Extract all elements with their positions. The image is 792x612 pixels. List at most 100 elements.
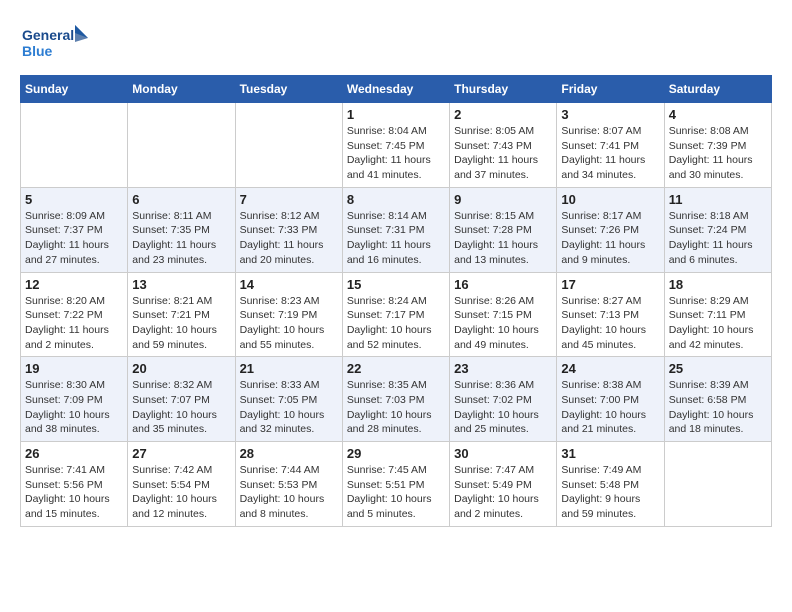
calendar-cell: [664, 442, 771, 527]
day-number: 3: [561, 107, 659, 122]
day-number: 9: [454, 192, 552, 207]
day-number: 16: [454, 277, 552, 292]
day-info: Sunrise: 8:09 AM Sunset: 7:37 PM Dayligh…: [25, 209, 123, 268]
calendar-cell: 9 Sunrise: 8:15 AM Sunset: 7:28 PM Daylig…: [450, 187, 557, 272]
day-info: Sunrise: 8:04 AM Sunset: 7:45 PM Dayligh…: [347, 124, 445, 183]
calendar-cell: 20 Sunrise: 8:32 AM Sunset: 7:07 PM Dayli…: [128, 357, 235, 442]
day-info: Sunrise: 8:39 AM Sunset: 6:58 PM Dayligh…: [669, 378, 767, 437]
calendar-table: SundayMondayTuesdayWednesdayThursdayFrid…: [20, 75, 772, 527]
svg-text:General: General: [22, 27, 74, 43]
calendar-cell: 10Sunrise: 8:17 AM Sunset: 7:26 PM Dayli…: [557, 187, 664, 272]
page-header: GeneralBlue: [20, 20, 772, 65]
day-number: 4: [669, 107, 767, 122]
calendar-cell: 2 Sunrise: 8:05 AM Sunset: 7:43 PM Daylig…: [450, 103, 557, 188]
day-number: 24: [561, 361, 659, 376]
calendar-cell: 27 Sunrise: 7:42 AM Sunset: 5:54 PM Dayli…: [128, 442, 235, 527]
calendar-cell: 3 Sunrise: 8:07 AM Sunset: 7:41 PM Daylig…: [557, 103, 664, 188]
calendar-cell: 14 Sunrise: 8:23 AM Sunset: 7:19 PM Dayli…: [235, 272, 342, 357]
calendar-cell: 8 Sunrise: 8:14 AM Sunset: 7:31 PM Daylig…: [342, 187, 449, 272]
calendar-cell: 18Sunrise: 8:29 AM Sunset: 7:11 PM Dayli…: [664, 272, 771, 357]
day-number: 11: [669, 192, 767, 207]
day-info: Sunrise: 7:47 AM Sunset: 5:49 PM Dayligh…: [454, 463, 552, 522]
day-info: Sunrise: 8:36 AM Sunset: 7:02 PM Dayligh…: [454, 378, 552, 437]
calendar-cell: 23 Sunrise: 8:36 AM Sunset: 7:02 PM Dayli…: [450, 357, 557, 442]
weekday-header: Friday: [557, 76, 664, 103]
calendar-week-row: 1 Sunrise: 8:04 AM Sunset: 7:45 PM Daylig…: [21, 103, 772, 188]
day-number: 27: [132, 446, 230, 461]
day-info: Sunrise: 8:12 AM Sunset: 7:33 PM Dayligh…: [240, 209, 338, 268]
calendar-cell: 28Sunrise: 7:44 AM Sunset: 5:53 PM Dayli…: [235, 442, 342, 527]
day-number: 15: [347, 277, 445, 292]
day-number: 20: [132, 361, 230, 376]
day-number: 26: [25, 446, 123, 461]
day-number: 17: [561, 277, 659, 292]
calendar-cell: [235, 103, 342, 188]
day-info: Sunrise: 8:07 AM Sunset: 7:41 PM Dayligh…: [561, 124, 659, 183]
calendar-cell: 17 Sunrise: 8:27 AM Sunset: 7:13 PM Dayli…: [557, 272, 664, 357]
calendar-cell: 25 Sunrise: 8:39 AM Sunset: 6:58 PM Dayli…: [664, 357, 771, 442]
day-number: 7: [240, 192, 338, 207]
day-number: 5: [25, 192, 123, 207]
calendar-cell: 29Sunrise: 7:45 AM Sunset: 5:51 PM Dayli…: [342, 442, 449, 527]
calendar-week-row: 12 Sunrise: 8:20 AM Sunset: 7:22 PM Dayli…: [21, 272, 772, 357]
day-info: Sunrise: 8:26 AM Sunset: 7:15 PM Dayligh…: [454, 294, 552, 353]
calendar-cell: 21Sunrise: 8:33 AM Sunset: 7:05 PM Dayli…: [235, 357, 342, 442]
day-number: 14: [240, 277, 338, 292]
calendar-cell: 6 Sunrise: 8:11 AM Sunset: 7:35 PM Daylig…: [128, 187, 235, 272]
day-info: Sunrise: 8:08 AM Sunset: 7:39 PM Dayligh…: [669, 124, 767, 183]
day-info: Sunrise: 8:30 AM Sunset: 7:09 PM Dayligh…: [25, 378, 123, 437]
day-number: 29: [347, 446, 445, 461]
calendar-cell: 12 Sunrise: 8:20 AM Sunset: 7:22 PM Dayli…: [21, 272, 128, 357]
day-number: 25: [669, 361, 767, 376]
day-info: Sunrise: 8:32 AM Sunset: 7:07 PM Dayligh…: [132, 378, 230, 437]
day-info: Sunrise: 7:41 AM Sunset: 5:56 PM Dayligh…: [25, 463, 123, 522]
day-number: 2: [454, 107, 552, 122]
calendar-cell: 16 Sunrise: 8:26 AM Sunset: 7:15 PM Dayli…: [450, 272, 557, 357]
calendar-header-row: SundayMondayTuesdayWednesdayThursdayFrid…: [21, 76, 772, 103]
day-number: 6: [132, 192, 230, 207]
day-info: Sunrise: 8:23 AM Sunset: 7:19 PM Dayligh…: [240, 294, 338, 353]
calendar-cell: 7 Sunrise: 8:12 AM Sunset: 7:33 PM Daylig…: [235, 187, 342, 272]
calendar-cell: 15 Sunrise: 8:24 AM Sunset: 7:17 PM Dayli…: [342, 272, 449, 357]
day-info: Sunrise: 8:27 AM Sunset: 7:13 PM Dayligh…: [561, 294, 659, 353]
weekday-header: Wednesday: [342, 76, 449, 103]
day-info: Sunrise: 8:20 AM Sunset: 7:22 PM Dayligh…: [25, 294, 123, 353]
day-info: Sunrise: 8:29 AM Sunset: 7:11 PM Dayligh…: [669, 294, 767, 353]
day-info: Sunrise: 8:17 AM Sunset: 7:26 PM Dayligh…: [561, 209, 659, 268]
calendar-cell: 5 Sunrise: 8:09 AM Sunset: 7:37 PM Daylig…: [21, 187, 128, 272]
day-info: Sunrise: 8:24 AM Sunset: 7:17 PM Dayligh…: [347, 294, 445, 353]
logo: GeneralBlue: [20, 20, 90, 65]
day-info: Sunrise: 8:21 AM Sunset: 7:21 PM Dayligh…: [132, 294, 230, 353]
day-number: 12: [25, 277, 123, 292]
calendar-cell: 1 Sunrise: 8:04 AM Sunset: 7:45 PM Daylig…: [342, 103, 449, 188]
day-info: Sunrise: 8:18 AM Sunset: 7:24 PM Dayligh…: [669, 209, 767, 268]
day-info: Sunrise: 7:42 AM Sunset: 5:54 PM Dayligh…: [132, 463, 230, 522]
day-info: Sunrise: 8:15 AM Sunset: 7:28 PM Dayligh…: [454, 209, 552, 268]
day-info: Sunrise: 8:11 AM Sunset: 7:35 PM Dayligh…: [132, 209, 230, 268]
day-info: Sunrise: 8:38 AM Sunset: 7:00 PM Dayligh…: [561, 378, 659, 437]
weekday-header: Monday: [128, 76, 235, 103]
day-number: 22: [347, 361, 445, 376]
day-info: Sunrise: 8:33 AM Sunset: 7:05 PM Dayligh…: [240, 378, 338, 437]
svg-text:Blue: Blue: [22, 43, 53, 59]
calendar-cell: 31Sunrise: 7:49 AM Sunset: 5:48 PM Dayli…: [557, 442, 664, 527]
day-number: 19: [25, 361, 123, 376]
calendar-cell: [21, 103, 128, 188]
weekday-header: Tuesday: [235, 76, 342, 103]
day-number: 1: [347, 107, 445, 122]
day-info: Sunrise: 8:35 AM Sunset: 7:03 PM Dayligh…: [347, 378, 445, 437]
calendar-cell: 30 Sunrise: 7:47 AM Sunset: 5:49 PM Dayli…: [450, 442, 557, 527]
day-number: 8: [347, 192, 445, 207]
calendar-cell: 4 Sunrise: 8:08 AM Sunset: 7:39 PM Daylig…: [664, 103, 771, 188]
calendar-cell: 24 Sunrise: 8:38 AM Sunset: 7:00 PM Dayli…: [557, 357, 664, 442]
day-info: Sunrise: 7:49 AM Sunset: 5:48 PM Dayligh…: [561, 463, 659, 522]
day-number: 23: [454, 361, 552, 376]
calendar-week-row: 26 Sunrise: 7:41 AM Sunset: 5:56 PM Dayli…: [21, 442, 772, 527]
calendar-cell: 19 Sunrise: 8:30 AM Sunset: 7:09 PM Dayli…: [21, 357, 128, 442]
logo-svg: GeneralBlue: [20, 20, 90, 65]
weekday-header: Thursday: [450, 76, 557, 103]
day-number: 30: [454, 446, 552, 461]
day-info: Sunrise: 8:05 AM Sunset: 7:43 PM Dayligh…: [454, 124, 552, 183]
weekday-header: Saturday: [664, 76, 771, 103]
day-info: Sunrise: 8:14 AM Sunset: 7:31 PM Dayligh…: [347, 209, 445, 268]
